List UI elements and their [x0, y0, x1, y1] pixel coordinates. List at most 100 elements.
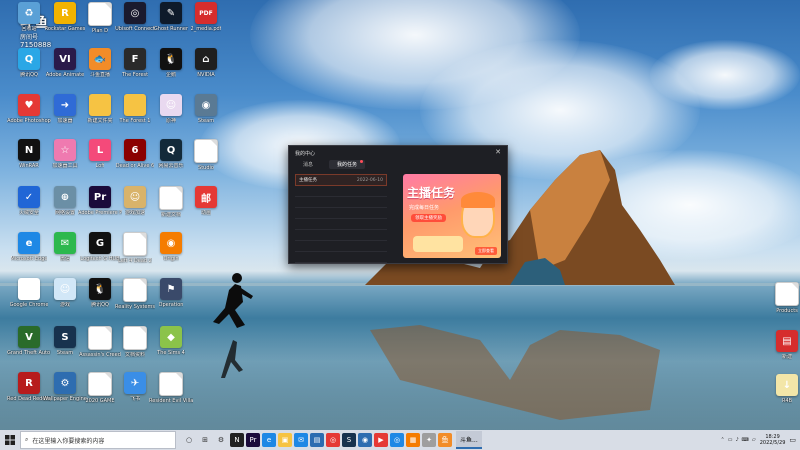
taskbar-app-icon[interactable]: N	[230, 433, 244, 447]
taskbar-app-icon[interactable]: ◎	[390, 433, 404, 447]
desktop-icon-label: WinRAR	[19, 163, 39, 169]
doc-icon	[775, 282, 799, 306]
app-icon: ◎	[18, 278, 40, 300]
taskbar-settings-icon[interactable]: ⚙	[214, 433, 228, 447]
desktop-icon-doc[interactable]: Studio	[184, 139, 228, 171]
app-icon: G	[89, 232, 111, 254]
desktop-icon-label: 企鹅	[165, 72, 176, 78]
taskbar-mail-icon[interactable]: ✉	[294, 433, 308, 447]
desktop-icon-label: 加速器	[57, 118, 73, 124]
clock[interactable]: 18:29 2022/5/29	[760, 434, 786, 446]
app-icon: V	[18, 326, 40, 348]
taskbar-douyu-icon[interactable]: 鱼	[438, 433, 452, 447]
app-icon: ☺	[160, 94, 182, 116]
taskbar-search-box[interactable]: ⌕ 在这里输入你要搜索的内容	[20, 431, 176, 449]
taskbar-app-icon[interactable]: ✦	[422, 433, 436, 447]
taskbar-widgets-icon[interactable]: ⊞	[198, 433, 212, 447]
taskbar-edge-icon[interactable]: e	[262, 433, 276, 447]
desktop-icon-label: 动画	[200, 210, 211, 216]
desktop-icon-label: 斗鱼直播	[89, 72, 110, 78]
tray-icon[interactable]: ▱	[752, 437, 756, 443]
taskbar-active-app[interactable]: 斗鱼...	[456, 431, 482, 449]
desktop-icon-app[interactable]: ⌂ NVIDIA	[184, 48, 228, 78]
desktop-icon-label: 腾讯QQ	[20, 72, 38, 78]
desktop-icon-app[interactable]: ◆ The Sims 4	[149, 326, 193, 356]
desktop-icon-app[interactable]: ◉ Steam	[184, 94, 228, 124]
folder-icon	[124, 94, 146, 116]
task-center-dialog[interactable]: 我的中心 ✕ 消息 我的任务 主播任务 2022-06-10 主播任务 完成每日任…	[288, 145, 508, 264]
desktop-icon-label: 原神	[165, 118, 176, 124]
app-icon: ✉	[54, 232, 76, 254]
desktop-icon-label: 新建文件夹	[87, 118, 113, 124]
app-icon: ➜	[54, 94, 76, 116]
doc-icon	[88, 2, 112, 26]
app-icon: e	[18, 232, 40, 254]
tray-icon[interactable]: ♪	[735, 437, 738, 443]
app-icon: L	[89, 139, 111, 161]
tray-icon[interactable]: ▭	[728, 437, 733, 443]
tray-icon[interactable]: ⌃	[721, 437, 725, 443]
tab-messages[interactable]: 消息	[295, 160, 321, 169]
streamer-task-banner[interactable]: 主播任务 完成每日任务 领取主播奖励 立即查看	[403, 174, 501, 258]
desktop-icon-label: R4B	[781, 398, 793, 404]
runner-silhouette	[213, 273, 253, 378]
doc-icon	[159, 186, 183, 210]
close-icon[interactable]: ✕	[495, 148, 501, 156]
desktop-icon-app[interactable]: ⚑ Operation	[149, 278, 193, 308]
app-icon: ⊕	[54, 186, 76, 208]
desktop-icon-app[interactable]: ↓ R4B	[765, 374, 800, 404]
taskbar-task-view-icon[interactable]: ○	[182, 433, 196, 447]
task-row[interactable]	[295, 252, 387, 263]
desktop-icon-app[interactable]: ◉ Origin	[149, 232, 193, 262]
task-row-date: 2022-06-10	[356, 177, 383, 183]
task-list: 主播任务 2022-06-10	[295, 174, 387, 263]
mascot-character	[461, 192, 495, 238]
app-icon: ▤	[776, 330, 798, 352]
desktop-icon-label: 微信	[59, 256, 70, 262]
desktop-icon-label: 文档资料	[124, 352, 145, 358]
desktop-icon-app[interactable]: 邮动画	[184, 186, 228, 216]
doc-icon	[88, 326, 112, 350]
task-row[interactable]	[295, 208, 387, 219]
desktop-icon-app[interactable]: ▤ 新建	[765, 330, 800, 360]
taskbar-store-icon[interactable]: ▤	[310, 433, 324, 447]
desktop-icon-pdf[interactable]: PDF 2_media.pdf	[184, 2, 228, 32]
desktop-icon-label: 游戏加速	[124, 210, 145, 216]
desktop-icon-doc[interactable]: Products	[765, 282, 800, 314]
start-button[interactable]	[0, 430, 20, 450]
notification-icon[interactable]: ▭	[789, 436, 796, 444]
task-row-title: 主播任务	[299, 178, 317, 183]
task-row[interactable]: 主播任务 2022-06-10	[295, 174, 387, 186]
tray-icons: ⌃ ▭ ♪ ⌨ ▱	[721, 437, 756, 443]
taskbar-chrome-icon[interactable]: ◎	[326, 433, 340, 447]
desktop-icon-label: 腾讯QQ	[91, 302, 109, 308]
taskbar-app-icon[interactable]: ◉	[358, 433, 372, 447]
app-icon: F	[124, 48, 146, 70]
doc-icon	[159, 372, 183, 396]
doc-icon	[88, 372, 112, 396]
desktop-icon-label: Studio	[198, 165, 214, 171]
notification-dot	[360, 160, 364, 163]
task-row[interactable]	[295, 241, 387, 252]
taskbar-app-icon[interactable]: ▶	[374, 433, 388, 447]
task-row[interactable]	[295, 186, 387, 197]
taskbar-app-icon[interactable]: ▦	[406, 433, 420, 447]
task-row[interactable]	[295, 230, 387, 241]
claim-reward-button[interactable]: 领取主播奖励	[411, 214, 446, 222]
task-row[interactable]	[295, 197, 387, 208]
app-icon: ↓	[776, 374, 798, 396]
app-icon: ⚙	[54, 372, 76, 394]
taskbar-explorer-icon[interactable]: ▣	[278, 433, 292, 447]
taskbar-premiere-icon[interactable]: Pr	[246, 433, 260, 447]
task-row[interactable]	[295, 219, 387, 230]
tab-my-tasks[interactable]: 我的任务	[329, 160, 366, 169]
desktop-icon-doc[interactable]: Resident Evil Village	[149, 372, 193, 404]
doc-icon	[194, 139, 218, 163]
desktop-icon-label: Lofi	[95, 163, 105, 169]
taskbar-steam-icon[interactable]: S	[342, 433, 356, 447]
app-icon: ☆	[54, 139, 76, 161]
view-more-button[interactable]: 立即查看	[475, 247, 497, 255]
ubisoft-icon: ◎	[124, 2, 146, 24]
tray-icon[interactable]: ⌨	[742, 437, 749, 443]
system-tray: ⌃ ▭ ♪ ⌨ ▱ 18:29 2022/5/29 ▭	[721, 434, 800, 446]
